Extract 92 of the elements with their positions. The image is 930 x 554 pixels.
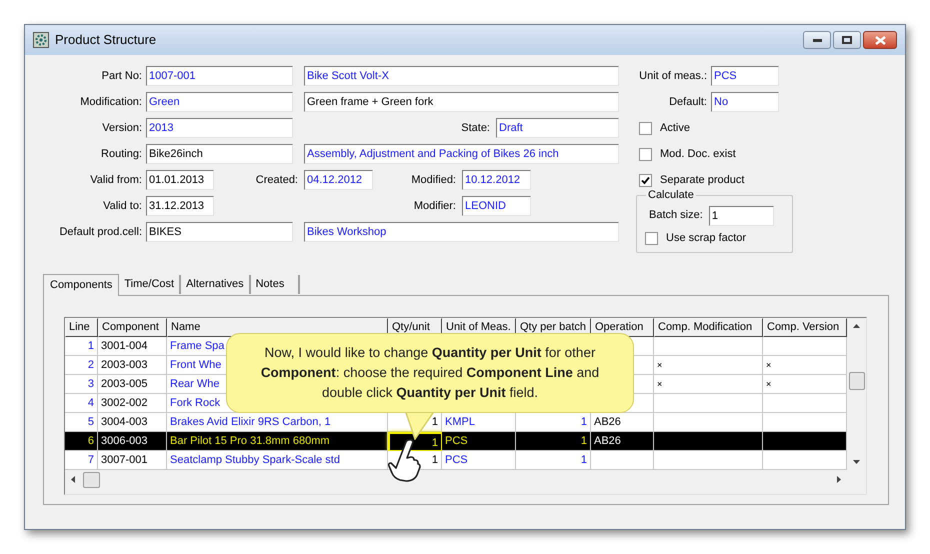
field-label: Modified: [410,172,457,188]
field-label: Unit of meas.: [638,68,708,84]
table-cell: × [654,375,763,394]
table-cell: 1 [516,451,591,470]
table-cell: 2003-003 [98,356,167,375]
table-cell: 1 [65,337,98,356]
gear-icon [33,32,49,48]
scroll-thumb[interactable] [848,372,864,390]
table-cell: KMPL [442,413,516,432]
field-label: Default prod.cell: [58,224,143,240]
table-cell: AB26 [591,413,654,432]
field-label: State: [460,120,491,136]
text-field[interactable]: 01.01.2013 [146,170,214,190]
table-cell: Seatclamp Stubby Spark-Scale std [167,451,388,470]
text-field[interactable]: PCS [711,66,779,86]
minimize-icon [812,38,822,42]
checkbox[interactable] [645,232,658,245]
checkbox-label: Use scrap factor [666,231,746,246]
checkbox-label: Mod. Doc. exist [660,146,736,162]
scroll-left-icon[interactable] [71,476,75,483]
table-cell: 2003-005 [98,375,167,394]
field-label: Valid from: [89,172,143,188]
field-label: Routing: [100,146,143,162]
text-field[interactable]: 04.12.2012 [304,170,373,190]
field-label: Created: [254,172,299,188]
window-title: Product Structure [55,31,156,50]
field-label: Valid to: [102,198,143,214]
table-cell: 3 [65,375,98,394]
checkbox[interactable] [639,174,652,186]
table-cell [591,451,654,470]
table-cell: 3004-003 [98,413,167,432]
table-cell: × [763,356,847,375]
minimize-button[interactable] [803,31,831,49]
text-field[interactable]: Bike Scott Volt-X [304,66,619,86]
field-label: Modifier: [412,198,457,214]
text-field[interactable]: Green [146,92,293,112]
table-cell: 3007-001 [98,451,167,470]
group-title: Calculate [647,188,695,203]
text-field[interactable]: 2013 [146,118,293,138]
table-cell: 1 [516,432,591,451]
text-field[interactable]: 31.12.2013 [146,196,214,216]
hand-pointer-icon [387,438,421,482]
field-label: Batch size: [649,208,703,224]
table-cell: 4 [65,394,98,413]
column-header[interactable]: Component [98,318,167,337]
table-cell: PCS [442,451,516,470]
text-field[interactable]: Draft [496,118,619,138]
field-label: Part No: [100,68,143,84]
text-field[interactable]: 1 [708,206,774,226]
table-cell: 3006-003 [98,432,167,451]
table-cell: 3002-002 [98,394,167,413]
field-label: Modification: [79,94,143,110]
text-field[interactable]: BIKES [146,222,293,242]
table-cell: 1 [516,413,591,432]
close-icon [874,36,886,44]
text-field[interactable]: Bikes Workshop [304,222,619,242]
table-cell: PCS [442,432,516,451]
table-cell: Brakes Avid Elixir 9RS Carbon, 1 [167,413,388,432]
text-field[interactable]: 10.12.2012 [462,170,531,190]
field-label: Default: [668,94,708,110]
table-cell: 7 [65,451,98,470]
column-header[interactable]: Line [65,318,98,337]
text-field[interactable]: Green frame + Green fork [304,92,619,112]
table-cell: × [654,356,763,375]
maximize-button[interactable] [833,31,861,49]
table-cell: 3001-004 [98,337,167,356]
table-cell: 5 [65,413,98,432]
table-cell: 2 [65,356,98,375]
callout: Now, I would like to change Quantity per Unit for other Component: choose the required Component Line and double click Quantity per Unit field. [226,333,634,413]
column-header[interactable]: Comp. Version [763,318,847,337]
text-field[interactable]: 1007-001 [146,66,293,86]
maximize-icon [842,36,852,44]
table-cell: AB26 [591,432,654,451]
checkbox-label: Separate product [660,172,744,188]
text-field[interactable]: No [711,92,779,112]
close-button[interactable] [863,31,897,49]
scroll-right-icon[interactable] [837,476,841,483]
checkbox-label: Active [660,120,690,136]
text-field[interactable]: Assembly, Adjustment and Packing of Bikes 26 inch [304,144,619,164]
text-field[interactable]: LEONID [462,196,531,216]
scroll-thumb[interactable] [83,472,100,488]
scroll-down-icon[interactable] [853,460,860,464]
table-cell: × [763,375,847,394]
field-label: Version: [101,120,143,136]
table-cell: Bar Pilot 15 Pro 31.8mm 680mm [167,432,388,451]
table-cell: 6 [65,432,98,451]
column-header[interactable]: Comp. Modification [654,318,763,337]
checkbox[interactable] [639,148,652,160]
scroll-up-icon[interactable] [853,324,860,328]
checkbox[interactable] [639,122,652,134]
text-field[interactable]: Bike26inch [146,144,293,164]
tab[interactable]: Components [43,274,120,296]
